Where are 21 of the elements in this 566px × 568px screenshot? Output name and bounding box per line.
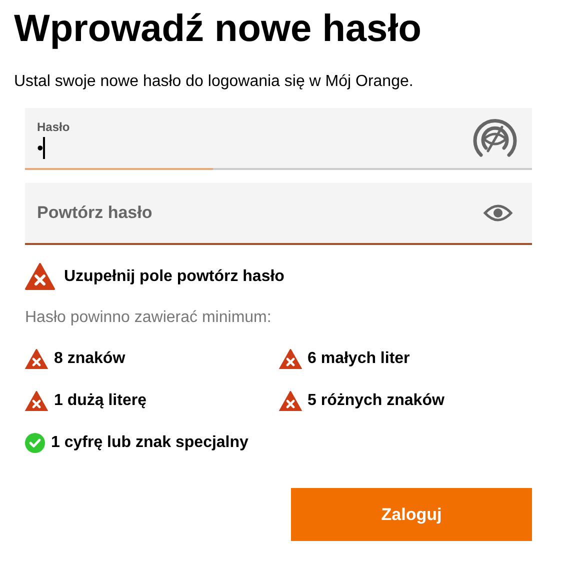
requirement-text: 1 cyfrę lub znak specjalny [51,433,248,453]
error-icon [25,348,48,370]
requirement-text: 8 znaków [54,349,126,369]
password-field[interactable]: Hasło • [25,108,532,170]
field-label: Hasło [37,120,71,134]
error-icon [278,390,302,412]
requirement-text: 5 różnych znaków [308,391,444,411]
subtitle: Ustal swoje nowe hasło do logowania się w Mój Orange. [14,72,414,92]
repeat-password-input[interactable]: Powtórz hasło [37,200,337,226]
repeat-password-field[interactable]: Powtórz hasło [25,183,532,245]
eye-icon[interactable] [483,203,513,223]
error-message: Uzupełnij pole powtórz hasło [64,266,284,286]
error-icon [25,263,55,290]
requirement-text: 1 dużą literę [54,391,146,411]
page-title: Wprowadź nowe hasło [14,7,422,52]
check-icon [25,433,45,453]
error-icon [25,390,48,412]
password-value: • [37,137,44,160]
error-icon [278,348,302,370]
requirements-hint: Hasło powinno zawierać minimum: [25,308,272,328]
requirement-text: 6 małych liter [308,349,410,369]
